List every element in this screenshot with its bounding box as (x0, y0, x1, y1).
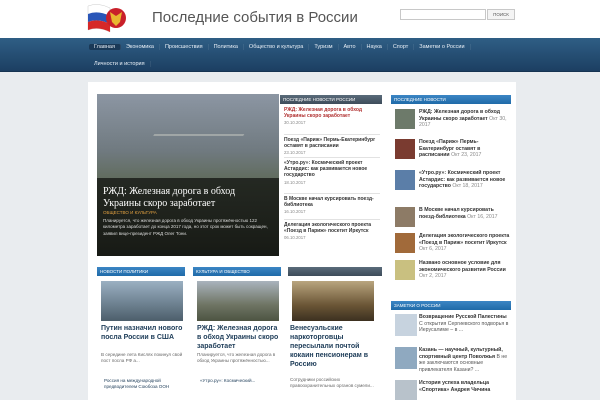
note-text: Казань — научный, культурный, спортивный… (419, 347, 511, 373)
sidebar-news-title[interactable]: РЖД: Железная дорога в обход Украины ско… (419, 109, 500, 122)
nav-item[interactable]: Общество и культура (244, 44, 310, 50)
news-thumbnail[interactable] (395, 233, 415, 253)
latest-news-date: 23.10.2017 (284, 150, 306, 156)
latest-news-date: 18.10.2017 (284, 179, 306, 185)
third-tile-heading (288, 267, 382, 276)
politics-title[interactable]: Путин назначил нового посла России в США (101, 324, 185, 342)
note-text: Возвращение Русской Палестины С открытия… (419, 314, 511, 334)
latest-news-title[interactable]: Делегация экологического проекта «Поезд … (284, 222, 380, 234)
featured-category[interactable]: ОБЩЕСТВО И КУЛЬТУРА (103, 210, 157, 215)
latest-news-item[interactable]: «Утро.ру»: Космический проект Астардис: … (284, 160, 380, 185)
culture-title[interactable]: РЖД: Железная дорога в обход Украины ско… (197, 324, 281, 351)
third-tile-excerpt: Сотрудники российских правоохранительных… (290, 377, 374, 389)
russian-flag-coat-of-arms-logo[interactable] (86, 2, 134, 38)
note-thumbnail[interactable] (395, 314, 417, 336)
politics-related-link[interactable]: Россия на международной предводителем Со… (104, 378, 186, 390)
latest-news-item[interactable]: Поезд «Париж» Пермь-Екатеринбург оставят… (284, 137, 380, 155)
note-item[interactable]: Казань — научный, культурный, спортивный… (395, 347, 511, 375)
latest-news-item[interactable]: Делегация экологического проекта «Поезд … (284, 222, 380, 240)
nav-row-1: Главная Экономика Происшествия Политика Обще… (89, 41, 471, 53)
latest-news-item[interactable]: РЖД: Железная дорога в обход Украины ско… (284, 107, 380, 125)
sidebar-news-text: Поезд «Париж» Пермь-Екатеринбург оставят… (419, 139, 511, 159)
politics-image[interactable] (101, 281, 183, 321)
sidebar-news-item[interactable]: Делегация экологического проекта «Поезд … (395, 233, 511, 261)
dogs-image[interactable] (292, 281, 374, 321)
latest-news-date: 16.10.2017 (284, 209, 306, 215)
sidebar-news-text: В Москве начал курсировать поезд-библиот… (419, 207, 511, 220)
news-thumbnail[interactable] (395, 207, 415, 227)
sidebar-news-item[interactable]: РЖД: Железная дорога в обход Украины ско… (395, 109, 511, 137)
note-thumbnail[interactable] (395, 380, 417, 400)
note-thumbnail[interactable] (395, 347, 417, 369)
separator (284, 157, 380, 158)
culture-excerpt: Планируется, что железная дорога в обход… (197, 352, 276, 364)
latest-news-date: 30.10.2017 (284, 120, 306, 126)
note-title[interactable]: Казань — научный, культурный, спортивный… (419, 347, 503, 360)
sidebar-news-item[interactable]: Поезд «Париж» Пермь-Екатеринбург оставят… (395, 139, 511, 167)
note-item[interactable]: История успеха владельца «Спортика» Андр… (395, 380, 511, 400)
search-input[interactable] (400, 9, 486, 20)
culture-related-link[interactable]: «Утро.ру»: Космический... (200, 378, 282, 384)
sidebar-news-date: Окт 6, 2017 (419, 246, 447, 252)
nav-item[interactable]: Экономика (121, 44, 160, 50)
nav-item[interactable]: Политика (209, 44, 244, 50)
sidebar-news-item[interactable]: В Москве начал курсировать поезд-библиот… (395, 207, 511, 235)
third-tile-title[interactable]: Венесуэльские наркоторговцы пересылали п… (290, 324, 378, 369)
nav-item[interactable]: Наука (362, 44, 388, 50)
sidebar-news-item[interactable]: «Утро.ру»: Космический проект Астардис: … (395, 170, 511, 198)
news-thumbnail[interactable] (395, 139, 415, 159)
latest-news-title[interactable]: «Утро.ру»: Космический проект Астардис: … (284, 160, 380, 179)
sidebar-news-text: Делегация экологического проекта «Поезд … (419, 233, 511, 253)
news-thumbnail[interactable] (395, 170, 415, 190)
nav-item[interactable]: Происшествия (160, 44, 209, 50)
sidebar-news-title[interactable]: Делегация экологического проекта «Поезд … (419, 233, 509, 246)
site-title[interactable]: Последние события в России (152, 9, 358, 26)
header: Последние события в России ПОИСК (0, 0, 600, 38)
sidebar-news-heading: ПОСЛЕДНИЕ НОВОСТИ (391, 95, 511, 104)
politics-heading: НОВОСТИ ПОЛИТИКИ (97, 267, 185, 276)
nav-item[interactable]: Спорт (388, 44, 415, 50)
latest-news-heading: ПОСЛЕДНИЕ НОВОСТИ РОССИИ (280, 95, 382, 104)
note-excerpt: С открытия Сергиевского подворья в Иерус… (419, 320, 509, 334)
latest-news-title[interactable]: Поезд «Париж» Пермь-Екатеринбург оставят… (284, 137, 380, 149)
news-thumbnail[interactable] (395, 109, 415, 129)
search-button[interactable]: ПОИСК (487, 9, 515, 20)
latest-news-title[interactable]: РЖД: Железная дорога в обход Украины ско… (284, 107, 380, 119)
latest-news-title[interactable]: В Москве начал курсировать поезд-библиот… (284, 196, 380, 208)
sidebar-news-text: Названо основное условие для экономическ… (419, 260, 511, 280)
sidebar-news-text: РЖД: Железная дорога в обход Украины ско… (419, 109, 511, 129)
nav-row-2: Личности и история (89, 58, 151, 70)
sidebar-news-date: Окт 23, 2017 (451, 152, 482, 158)
note-title[interactable]: Возвращение Русской Палестины (419, 314, 507, 320)
notes-heading: ЗАМЕТКИ О РОССИИ (391, 301, 511, 310)
nav-item[interactable]: Заметки о России (414, 44, 471, 50)
nav-item[interactable]: Авто (339, 44, 362, 50)
culture-image[interactable] (197, 281, 279, 321)
sidebar-news-date: Окт 16, 2017 (467, 213, 498, 220)
latest-news-date: 06.10.2017 (284, 235, 306, 241)
latest-news-item[interactable]: В Москве начал курсировать поезд-библиот… (284, 196, 380, 214)
main-nav: Главная Экономика Происшествия Политика Обще… (0, 38, 600, 72)
note-text: История успеха владельца «Спортика» Андр… (419, 380, 511, 393)
featured-excerpt: Планируется, что железная дорога в обход… (103, 218, 268, 236)
sidebar-news-item[interactable]: Названо основное условие для экономическ… (395, 260, 511, 288)
sidebar-news-date: Окт 18, 2017 (452, 183, 483, 189)
sidebar-news-date: Окт 2, 2017 (419, 273, 447, 279)
separator (284, 193, 380, 194)
nav-item[interactable]: Главная (89, 44, 121, 50)
note-title[interactable]: История успеха владельца «Спортика» Андр… (419, 380, 490, 393)
nav-item[interactable]: Туризм (309, 44, 339, 50)
separator (284, 219, 380, 220)
featured-title[interactable]: РЖД: Железная дорога в обход Украины ско… (103, 186, 273, 210)
separator (284, 134, 380, 135)
sidebar-news-title[interactable]: Названо основное условие для экономическ… (419, 260, 506, 273)
culture-heading: КУЛЬТУРА И ОБЩЕСТВО (193, 267, 281, 276)
nav-item[interactable]: Личности и история (89, 61, 151, 67)
note-item[interactable]: Возвращение Русской Палестины С открытия… (395, 314, 511, 342)
sidebar-news-text: «Утро.ру»: Космический проект Астардис: … (419, 170, 511, 190)
politics-excerpt: В середине лета Кислях покинул свой пост… (101, 352, 183, 364)
news-thumbnail[interactable] (395, 260, 415, 280)
